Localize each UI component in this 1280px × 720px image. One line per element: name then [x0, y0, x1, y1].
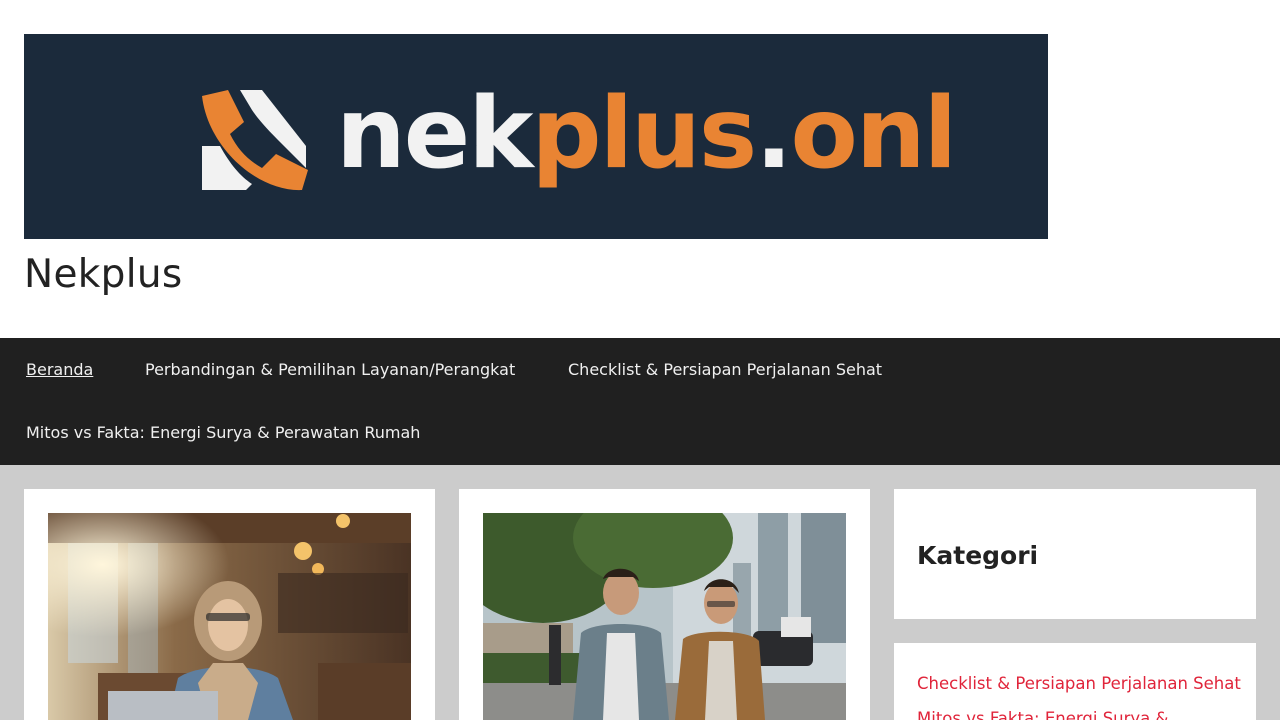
post-thumbnail[interactable] — [483, 513, 846, 720]
logo-text-part: onl — [790, 77, 958, 191]
nav-item-mitos-vs-fakta[interactable]: Mitos vs Fakta: Energi Surya & Perawatan… — [26, 423, 420, 442]
categories-widget: Checklist & Persiapan Perjalanan Sehat M… — [894, 643, 1256, 720]
widget-title: Kategori — [917, 541, 1039, 570]
post-card — [24, 489, 435, 720]
post-card — [459, 489, 870, 720]
nav-item-perbandingan[interactable]: Perbandingan & Pemilihan Layanan/Perangk… — [145, 360, 515, 379]
main-navigation: Beranda Perbandingan & Pemilihan Layanan… — [0, 338, 1280, 465]
cafe-woman-laptop-image — [48, 513, 411, 720]
post-thumbnail[interactable] — [48, 513, 411, 720]
sidebar-widget-title-box: Kategori — [894, 489, 1256, 619]
site-header: nekplus.onl Nekplus — [0, 0, 1280, 338]
logo-mark-icon — [202, 90, 308, 191]
nav-item-beranda[interactable]: Beranda — [26, 360, 93, 379]
category-link[interactable]: Checklist & Persiapan Perjalanan Sehat — [917, 674, 1241, 693]
logo-text-part: nek — [336, 77, 533, 191]
header-banner[interactable]: nekplus.onl — [24, 34, 1048, 239]
logo-text-part: plus — [531, 77, 757, 191]
two-men-street-image — [483, 513, 846, 720]
logo-text: nekplus.onl — [336, 74, 958, 194]
nav-item-checklist[interactable]: Checklist & Persiapan Perjalanan Sehat — [568, 360, 882, 379]
category-link[interactable]: Mitos vs Fakta: Energi Surya & — [917, 709, 1168, 720]
logo-text-part: . — [755, 77, 792, 191]
site-title[interactable]: Nekplus — [24, 252, 182, 297]
